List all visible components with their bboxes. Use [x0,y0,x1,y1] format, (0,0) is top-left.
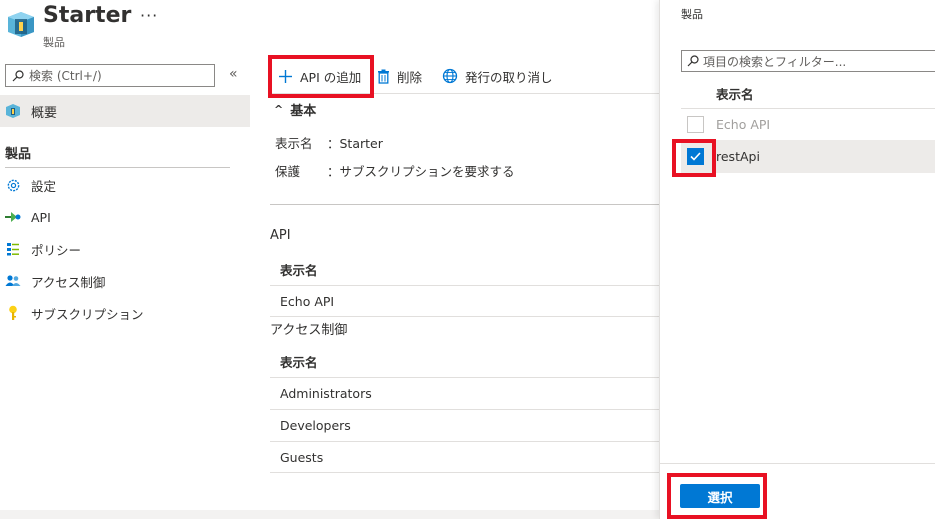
key-icon [5,305,21,321]
left-sidebar: 検索 (Ctrl+/) « 概要 製品 設定 API ポリシー アクセス制御 サ… [0,58,250,519]
sidebar-item-label: アクセス制御 [31,274,106,290]
sidebar-search-input[interactable]: 検索 (Ctrl+/) [5,64,215,87]
checkbox[interactable] [687,148,704,165]
plus-icon [278,69,293,84]
product-cube-icon [6,104,20,118]
trash-icon [377,69,390,84]
protection-key: 保護 [275,164,301,179]
checkbox [687,116,704,133]
list-item[interactable]: restApi [681,141,935,173]
command-bar: API の追加 削除 発行の取り消し [270,58,660,94]
chevron-up-icon: ^ [274,103,284,116]
table-row[interactable]: Administrators [270,377,660,409]
add-api-button[interactable]: API の追加 [278,64,361,88]
list-item: Echo API [681,109,935,141]
add-api-label: API の追加 [300,69,362,85]
sidebar-item-label: 設定 [31,178,57,194]
table-row[interactable]: Developers [270,409,660,441]
search-placeholder: 検索 (Ctrl+/) [29,69,102,83]
access-grid-title: アクセス制御 [270,323,348,338]
unpublish-button[interactable]: 発行の取り消し [442,64,553,88]
sidebar-item-api[interactable]: API [0,202,250,232]
api-name: Echo API [280,293,335,309]
people-icon [5,273,21,289]
unpublish-label: 発行の取り消し [465,69,553,85]
sidebar-item-label: ポリシー [31,242,82,258]
policy-icon [5,241,21,257]
sidebar-item-label: API [31,209,51,225]
delete-button[interactable]: 削除 [377,64,422,88]
sidebar-item-label: 概要 [31,105,58,121]
panel-title: 製品 [681,8,703,21]
display-name-field: 表示名 ：Starter [275,133,383,152]
protection-field: 保護 ：サブスクリプションを要求する [275,161,515,180]
essentials-toggle[interactable]: ^ 基本 [274,100,316,119]
group-name: Administrators [280,386,372,401]
group-name: Developers [280,418,351,433]
sidebar-section-title: 製品 [5,147,32,162]
group-name: Guests [280,449,324,465]
sidebar-item-subscriptions[interactable]: サブスクリプション [0,298,250,328]
main-content: API の追加 削除 発行の取り消し ^ 基本 表示名 ：Starter 保護 ：サ… [270,58,660,519]
product-cube-icon [8,12,34,37]
globe-icon [442,68,458,84]
access-grid-column-header: 表示名 [280,355,318,370]
display-name-key: 表示名 [275,136,313,151]
api-icon [5,209,21,225]
checkmark-icon [690,152,701,161]
sidebar-item-settings[interactable]: 設定 [0,170,250,200]
essentials-heading: 基本 [290,104,317,119]
divider [5,167,230,168]
display-name-value: ：Starter [327,136,383,151]
table-row[interactable]: Guests [270,441,660,473]
select-api-panel: 製品 項目の検索とフィルター... 表示名 Echo API restApi 選… [659,0,935,519]
delete-label: 削除 [397,69,423,85]
panel-column-header: 表示名 [716,87,754,102]
sidebar-item-access-control[interactable]: アクセス制御 [0,266,250,296]
api-label: Echo API [716,117,771,132]
sidebar-item-policies[interactable]: ポリシー [0,234,250,264]
gear-icon [5,177,21,193]
page-title: Starter [43,3,132,28]
search-icon [12,69,24,81]
search-icon [687,55,699,67]
api-label: restApi [716,149,760,164]
api-grid-column-header: 表示名 [280,263,318,278]
more-actions-button[interactable]: ··· [140,6,158,25]
select-button[interactable]: 選択 [680,484,760,508]
divider [660,463,935,464]
api-grid-title: API [270,228,291,243]
page-header: Starter ··· 製品 [0,0,660,56]
page-subtitle: 製品 [43,36,65,49]
collapse-sidebar-button[interactable]: « [229,66,238,82]
sidebar-item-label: サブスクリプション [31,306,144,322]
panel-filter-input[interactable]: 項目の検索とフィルター... [681,50,935,72]
filter-placeholder: 項目の検索とフィルター... [703,54,847,69]
sidebar-item-overview[interactable]: 概要 [0,95,250,127]
table-row[interactable]: Echo API [270,285,660,317]
protection-value: ：サブスクリプションを要求する [327,164,515,179]
horizontal-scrollbar[interactable] [0,510,660,519]
divider [270,204,660,205]
